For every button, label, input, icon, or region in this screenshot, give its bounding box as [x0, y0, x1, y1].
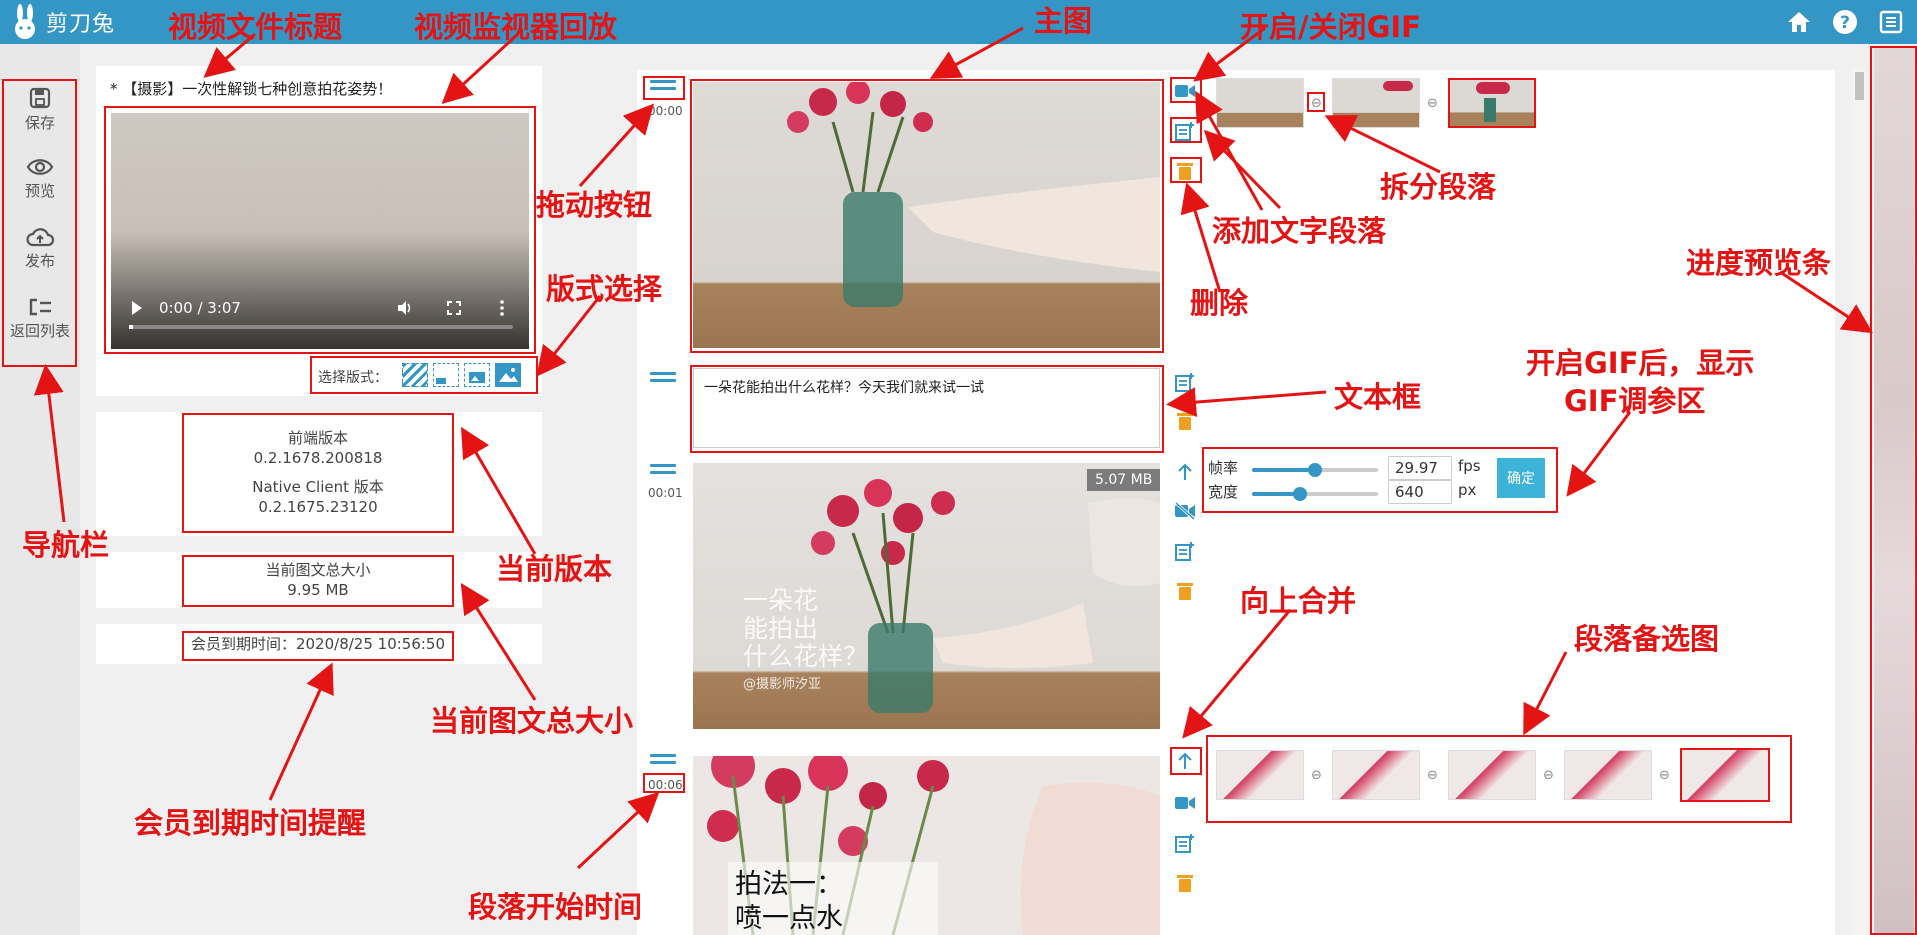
annotation-merge-up: 向上合并	[1240, 584, 1357, 618]
annotation-alt-images: 段落备选图	[1574, 622, 1720, 656]
annotation-start-time: 段落开始时间	[468, 890, 643, 924]
annotation-add-text: 添加文字段落	[1212, 214, 1387, 248]
annotation-monitor: 视频监视器回放	[414, 10, 618, 44]
annotation-navbar: 导航栏	[22, 528, 110, 562]
annotation-progress-strip: 进度预览条	[1686, 246, 1832, 280]
annotation-gif-params-2: GIF调参区	[1564, 384, 1706, 418]
annotation-gif-toggle: 开启/关闭GIF	[1240, 10, 1421, 44]
annotation-drag-button: 拖动按钮	[536, 188, 653, 222]
annotation-file-title: 视频文件标题	[168, 10, 343, 44]
annotation-member-expiry: 会员到期时间提醒	[134, 806, 367, 840]
annotation-textbox: 文本框	[1334, 380, 1422, 414]
annotation-delete: 删除	[1190, 286, 1249, 320]
annotation-current-version: 当前版本	[496, 552, 613, 586]
annotation-main-image: 主图	[1034, 4, 1093, 38]
annotation-layout-select: 版式选择	[546, 272, 663, 306]
annotation-split: 拆分段落	[1380, 170, 1497, 204]
annotation-total-size: 当前图文总大小	[430, 704, 634, 738]
annotation-arrows	[33, 26, 1874, 870]
annotation-gif-params-1: 开启GIF后，显示	[1526, 346, 1755, 380]
